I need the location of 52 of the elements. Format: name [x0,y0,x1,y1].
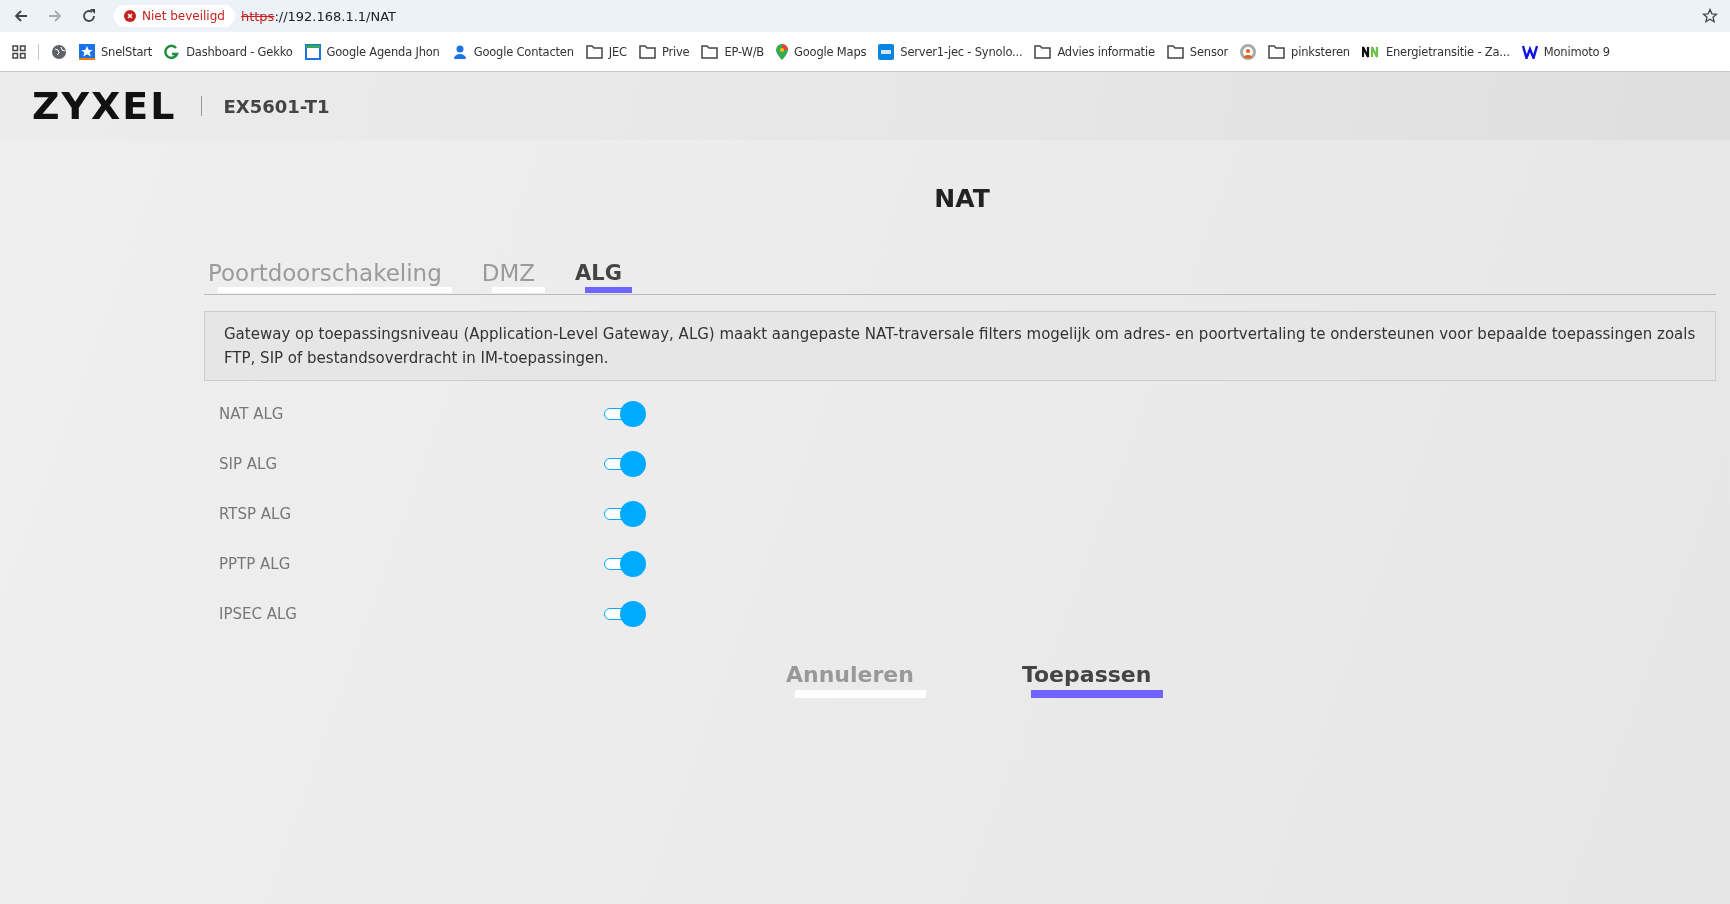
logo[interactable]: ZYXEL [32,84,177,128]
setting-label: NAT ALG [219,405,285,423]
bookmark-link[interactable]: EP-W/B [724,44,765,59]
bookmark-link[interactable]: Dashboard - Gekko [186,44,293,59]
nn-logo-icon [1361,45,1380,58]
bookmark-link[interactable]: Monimoto 9 [1543,44,1610,59]
bookmark-link[interactable]: Google Contacten [473,44,574,59]
toggle-switch[interactable] [604,601,646,627]
bookmark-link[interactable]: Advies informatie [1057,44,1155,59]
security-badge[interactable]: Niet beveiligd [114,5,235,27]
tab[interactable]: ALG [575,259,632,294]
folder-icon [585,44,603,59]
setting-label: SIP ALG [219,455,278,473]
folder-icon [1034,44,1052,59]
folder-icon [1166,44,1184,59]
bookmark-link[interactable]: Energietransitie - Za... [1385,44,1510,59]
error-icon [124,10,136,22]
folder-icon [701,44,719,59]
page-title: NAT [933,183,991,215]
folder-icon [638,44,656,59]
folder-icon [1268,44,1286,59]
bookmark-link[interactable]: Prive [661,44,690,59]
apps-grid-icon[interactable] [12,44,26,59]
reload-icon[interactable] [80,7,98,25]
toggle-switch[interactable] [604,501,646,527]
bookmark-link[interactable]: Google Agenda Jhon [326,44,440,59]
bookmark-link[interactable]: pinksteren [1291,44,1350,59]
setting-label: IPSEC ALG [219,605,298,623]
bookmark-link[interactable]: JEC [608,44,627,59]
bookmark-link[interactable]: Google Maps [794,44,867,59]
bookmark-link[interactable]: Server1-jec - Synolo... [900,44,1023,59]
star-icon [79,43,95,60]
toggle-switch[interactable] [604,551,646,577]
toggle-switch[interactable] [604,401,646,427]
calendar-icon [304,43,321,60]
bookmark-star-icon[interactable] [1702,8,1718,24]
globe-icon[interactable] [51,43,67,60]
person-icon [451,43,468,60]
avatar-ring-icon[interactable] [1240,43,1257,60]
bookmark-link[interactable]: Sensor [1189,44,1229,59]
map-pin-icon [776,43,789,60]
setting-label: PPTP ALG [219,555,292,573]
setting-label: RTSP ALG [219,505,293,523]
address-field[interactable]: https://192.168.1.1/NAT [240,8,397,24]
toggle-switch[interactable] [604,451,646,477]
gecko-icon [164,43,181,60]
dsm-icon [878,43,895,60]
apply-button[interactable]: Toepassen [1021,661,1164,698]
description-box: Gateway op toepassingsniveau (Application-Level Gateway, ALG) maakt aangepaste NAT-traversale filters mogelijk om adres- en poortvertaling te ondersteunen voor bepaalde toepassingen zoals FTP, SIP of bestandsoverdracht in IM-toepassingen. [204,311,1716,381]
model-name: EX5601-T1 [223,95,330,117]
w-logo-icon [1521,44,1538,59]
bookmark-link[interactable]: SnelStart [101,44,153,59]
